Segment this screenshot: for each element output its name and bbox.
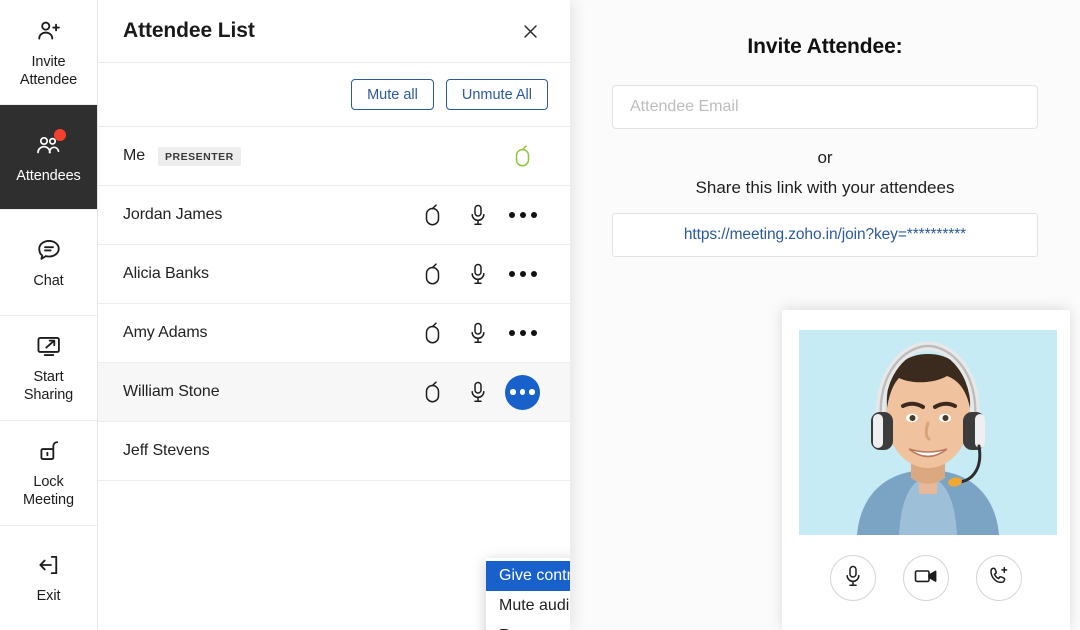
share-link-label: Share this link with your attendees (695, 178, 955, 197)
video-thumbnail (799, 330, 1057, 535)
exit-icon (34, 550, 64, 580)
phone-add-icon (988, 565, 1010, 592)
more-options-icon (505, 374, 540, 410)
row-more-options-button[interactable] (500, 193, 545, 238)
camera-toggle-button[interactable] (903, 555, 949, 601)
microphone-icon[interactable] (455, 381, 500, 403)
more-options-icon (508, 330, 537, 336)
attendee-context-menu: Give control Mute audio Remove (486, 558, 570, 630)
meeting-app-window: Invite Attendee Attendees Chat Start Sha… (0, 0, 1080, 630)
microphone-icon[interactable] (455, 322, 500, 344)
sidebar-item-start-sharing[interactable]: Start Sharing (0, 316, 97, 421)
unmute-all-button[interactable]: Unmute All (445, 79, 548, 110)
label-line1: Invite (31, 53, 66, 70)
screen-share-icon (34, 331, 64, 361)
row-more-options-button[interactable] (500, 252, 545, 297)
row-controls (500, 145, 545, 167)
mic-toggle-button[interactable] (830, 555, 876, 601)
table-row[interactable]: Me PRESENTER (98, 127, 570, 186)
more-options-icon (508, 271, 537, 277)
sidebar-item-attendees[interactable]: Attendees (0, 105, 97, 211)
row-controls (410, 193, 545, 238)
attendee-name: Alicia Banks (123, 265, 209, 282)
bulk-mute-controls: Mute all Unmute All (98, 63, 570, 127)
attendee-name: Jordan James (123, 206, 223, 223)
label-line1: Lock (33, 474, 64, 491)
attendee-rows: Me PRESENTER Jordan James Alicia Banks A… (98, 127, 570, 630)
row-more-options-button-active[interactable] (500, 370, 545, 415)
sidebar-item-label: Invite Attendee (20, 53, 77, 89)
menu-item-remove[interactable]: Remove (486, 621, 570, 630)
mouse-icon[interactable] (410, 204, 455, 226)
microphone-icon[interactable] (455, 263, 500, 285)
row-more-options-button[interactable] (500, 311, 545, 356)
users-icon (34, 128, 66, 160)
mouse-icon[interactable] (410, 322, 455, 344)
attendee-name: Jeff Stevens (123, 442, 210, 459)
row-controls (410, 252, 545, 297)
label-line1: Exit (36, 588, 61, 605)
attendee-panel-header: Attendee List (98, 0, 570, 63)
lock-open-icon (34, 436, 64, 466)
attendee-name: Amy Adams (123, 324, 208, 341)
sidebar-item-label: Lock Meeting (23, 473, 74, 509)
sidebar-item-invite-attendee[interactable]: Invite Attendee (0, 0, 97, 106)
row-controls (410, 311, 545, 356)
attendee-email-input[interactable] (612, 85, 1038, 129)
meeting-link-box[interactable]: https://meeting.zoho.in/join?key=*******… (612, 213, 1038, 257)
page-title: Attendee List (123, 19, 255, 42)
sidebar-item-chat[interactable]: Chat (0, 210, 97, 316)
label-line2: Attendee (19, 71, 78, 88)
row-controls (410, 370, 545, 415)
sidebar-item-label: Start Sharing (24, 368, 73, 404)
menu-item-give-control[interactable]: Give control (486, 561, 570, 591)
left-toolbar: Invite Attendee Attendees Chat Start Sha… (0, 0, 98, 630)
sidebar-item-label: Exit (37, 587, 61, 605)
attendee-name: Me (123, 147, 146, 164)
label-line1: Start (33, 369, 64, 386)
label-line2: Sharing (23, 387, 74, 404)
video-call-controls (782, 555, 1070, 601)
invite-attendee-pane: Invite Attendee: or Share this link with… (570, 0, 1080, 630)
attendee-list-panel: Attendee List Mute all Unmute All Me PRE… (98, 0, 570, 630)
close-icon[interactable] (516, 17, 544, 45)
table-row[interactable]: Jeff Stevens (98, 422, 570, 481)
table-row[interactable]: Alicia Banks (98, 245, 570, 304)
sidebar-item-exit[interactable]: Exit (0, 526, 97, 630)
label-line1: Chat (33, 272, 64, 289)
invite-heading: Invite Attendee: (747, 35, 903, 58)
mouse-icon[interactable] (410, 381, 455, 403)
mute-all-button[interactable]: Mute all (351, 79, 434, 110)
chat-icon (34, 235, 64, 265)
user-add-icon (34, 16, 64, 46)
table-row[interactable]: Jordan James (98, 186, 570, 245)
video-camera-icon (914, 567, 938, 590)
table-row[interactable]: Amy Adams (98, 304, 570, 363)
mouse-icon[interactable] (410, 263, 455, 285)
sidebar-item-label: Attendees (16, 167, 81, 184)
sidebar-item-lock-meeting[interactable]: Lock Meeting (0, 421, 97, 526)
table-row[interactable]: William Stone (98, 363, 570, 422)
or-separator-label: or (817, 148, 833, 167)
microphone-icon[interactable] (455, 204, 500, 226)
status-badge: PRESENTER (158, 146, 241, 166)
notification-badge (53, 128, 66, 141)
meeting-link[interactable]: https://meeting.zoho.in/join?key=*******… (684, 226, 966, 244)
sidebar-item-label: Chat (33, 272, 63, 290)
attendee-portrait-image (799, 330, 1057, 535)
mouse-icon[interactable] (500, 145, 545, 167)
label-line2: Meeting (23, 492, 74, 509)
menu-item-mute-audio[interactable]: Mute audio (486, 591, 570, 621)
self-video-card (782, 310, 1070, 630)
attendee-name: William Stone (123, 383, 220, 400)
add-call-button[interactable] (976, 555, 1022, 601)
microphone-icon (844, 565, 862, 592)
more-options-icon (508, 212, 537, 218)
